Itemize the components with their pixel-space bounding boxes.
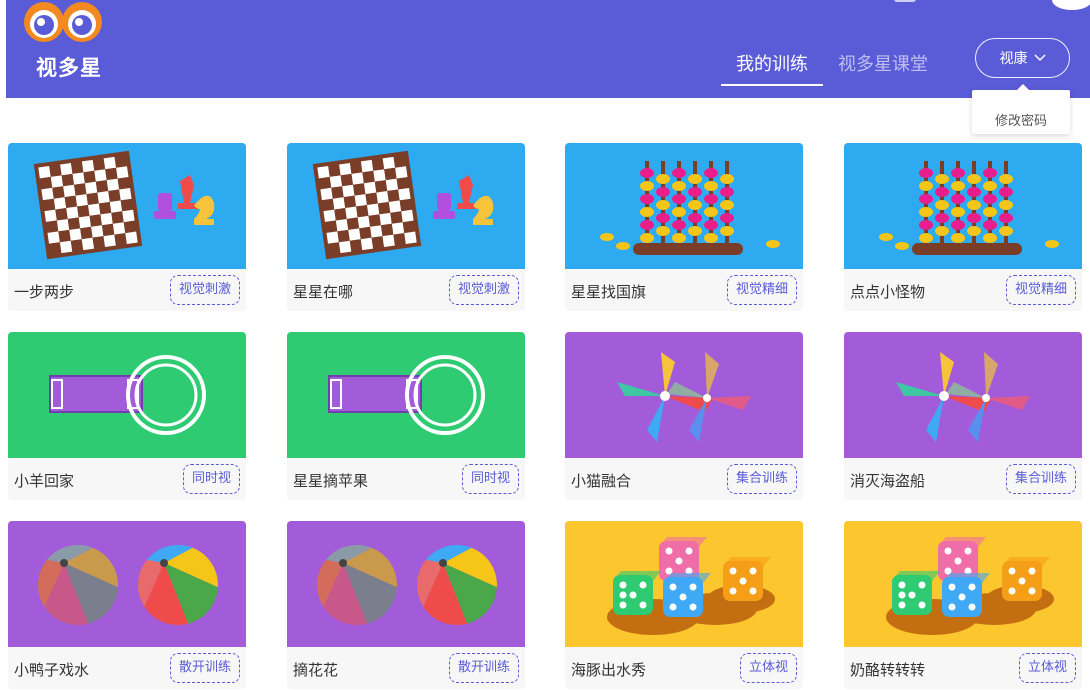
card-category-tag[interactable]: 散开训练 bbox=[448, 653, 519, 683]
card-title: 小猫融合 bbox=[571, 472, 632, 490]
tube-illustration-icon bbox=[287, 332, 525, 458]
card-category-tag[interactable]: 视觉刺激 bbox=[169, 275, 240, 305]
brand-name: 视多星 bbox=[36, 56, 102, 80]
card-thumbnail bbox=[287, 521, 525, 647]
card-thumbnail bbox=[287, 332, 525, 458]
user-menu-button[interactable]: 视康 bbox=[975, 38, 1070, 78]
brand-logo[interactable]: 视多星 bbox=[16, 0, 106, 80]
pinwheel-illustration-icon bbox=[565, 332, 803, 458]
balls-illustration-icon bbox=[8, 521, 246, 647]
top-header: 视多星 我的训练 视多星课堂 视康 bbox=[6, 0, 1090, 98]
card-title: 点点小怪物 bbox=[850, 283, 926, 301]
card-category-tag[interactable]: 视觉刺激 bbox=[448, 275, 519, 305]
training-card[interactable]: 消灭海盗船 集合训练 bbox=[844, 332, 1082, 500]
chess-illustration-icon bbox=[287, 143, 525, 269]
training-card[interactable]: 星星在哪 视觉刺激 bbox=[287, 143, 525, 311]
card-title: 摘花花 bbox=[293, 661, 339, 679]
card-thumbnail bbox=[287, 143, 525, 269]
card-thumbnail bbox=[565, 143, 803, 269]
training-card[interactable]: 星星找国旗 视觉精细 bbox=[565, 143, 803, 311]
card-thumbnail bbox=[844, 143, 1082, 269]
change-password-item[interactable]: 修改密码 bbox=[972, 110, 1070, 129]
card-title: 一步两步 bbox=[14, 283, 75, 301]
pinwheel-illustration-icon bbox=[844, 332, 1082, 458]
training-card[interactable]: 小猫融合 集合训练 bbox=[565, 332, 803, 500]
card-title: 奶酪转转转 bbox=[850, 661, 926, 679]
card-category-tag[interactable]: 视觉精细 bbox=[1005, 275, 1076, 305]
owl-eyes-icon bbox=[24, 2, 102, 42]
chess-illustration-icon bbox=[8, 143, 246, 269]
card-category-tag[interactable]: 集合训练 bbox=[726, 464, 797, 494]
card-category-tag[interactable]: 视觉精细 bbox=[726, 275, 797, 305]
card-thumbnail bbox=[844, 332, 1082, 458]
card-title: 小鸭子戏水 bbox=[14, 661, 90, 679]
training-card[interactable]: 奶酪转转转 立体视 bbox=[844, 521, 1082, 689]
card-thumbnail bbox=[8, 521, 246, 647]
card-thumbnail bbox=[565, 521, 803, 647]
card-category-tag[interactable]: 同时视 bbox=[182, 464, 240, 494]
user-dropdown-menu: 修改密码 bbox=[972, 84, 1070, 134]
tab-my-training[interactable]: 我的训练 bbox=[721, 50, 823, 86]
abacus-illustration-icon bbox=[565, 143, 803, 269]
training-card[interactable]: 点点小怪物 视觉精细 bbox=[844, 143, 1082, 311]
card-title: 小羊回家 bbox=[14, 472, 75, 490]
card-title: 星星在哪 bbox=[293, 283, 354, 301]
training-card[interactable]: 星星摘苹果 同时视 bbox=[287, 332, 525, 500]
card-category-tag[interactable]: 散开训练 bbox=[169, 653, 240, 683]
header-decoration bbox=[894, 0, 916, 2]
card-thumbnail bbox=[8, 143, 246, 269]
training-card[interactable]: 小羊回家 同时视 bbox=[8, 332, 246, 500]
user-name: 视康 bbox=[999, 51, 1028, 67]
card-title: 海豚出水秀 bbox=[571, 661, 647, 679]
card-category-tag[interactable]: 集合训练 bbox=[1005, 464, 1076, 494]
training-card[interactable]: 小鸭子戏水 散开训练 bbox=[8, 521, 246, 689]
card-thumbnail bbox=[565, 332, 803, 458]
chevron-down-icon bbox=[1033, 54, 1046, 62]
card-title: 消灭海盗船 bbox=[850, 472, 926, 490]
training-card[interactable]: 海豚出水秀 立体视 bbox=[565, 521, 803, 689]
abacus-illustration-icon bbox=[844, 143, 1082, 269]
card-thumbnail bbox=[844, 521, 1082, 647]
dice-illustration-icon bbox=[844, 521, 1082, 647]
training-card[interactable]: 一步两步 视觉刺激 bbox=[8, 143, 246, 311]
card-category-tag[interactable]: 立体视 bbox=[739, 653, 797, 683]
card-title: 星星摘苹果 bbox=[293, 472, 369, 490]
card-thumbnail bbox=[8, 332, 246, 458]
card-category-tag[interactable]: 立体视 bbox=[1018, 653, 1076, 683]
card-category-tag[interactable]: 同时视 bbox=[461, 464, 519, 494]
card-title: 星星找国旗 bbox=[571, 283, 647, 301]
dice-illustration-icon bbox=[565, 521, 803, 647]
training-card[interactable]: 摘花花 散开训练 bbox=[287, 521, 525, 689]
avatar[interactable] bbox=[1052, 0, 1090, 10]
balls-illustration-icon bbox=[287, 521, 525, 647]
tube-illustration-icon bbox=[8, 332, 246, 458]
tab-classroom[interactable]: 视多星课堂 bbox=[838, 50, 928, 76]
